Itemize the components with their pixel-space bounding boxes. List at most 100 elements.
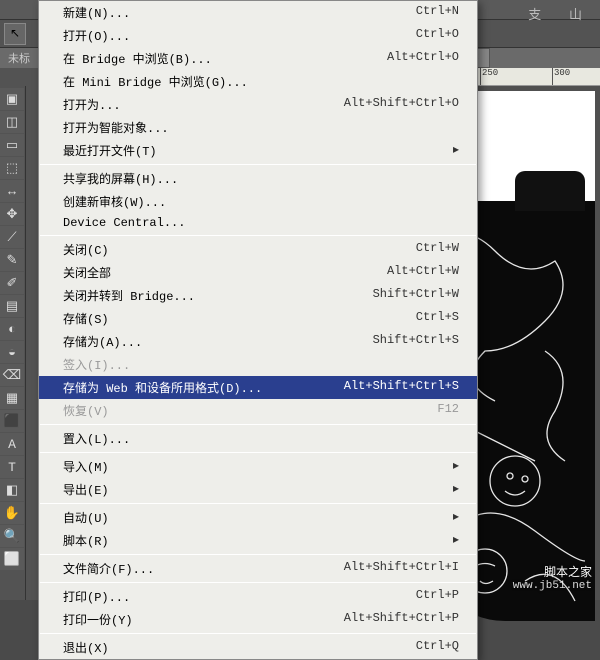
menu-item-label: 在 Bridge 中浏览(B)... [63,50,212,67]
menu-item[interactable]: 关闭并转到 Bridge... Shift+Ctrl+W [39,284,477,307]
tool-button[interactable]: ⌫ [0,364,24,386]
menu-item[interactable]: 打开(O)...Ctrl+O [39,24,477,47]
menu-item-shortcut: ▸ [453,481,459,498]
tool-button[interactable]: ▦ [0,387,24,409]
menu-item-label: 打开为智能对象... [63,119,169,136]
tool-button[interactable]: ⟋ [0,226,24,248]
menu-item[interactable]: 打开为... Alt+Shift+Ctrl+O [39,93,477,116]
menu-item-shortcut: Alt+Shift+Ctrl+P [344,611,459,628]
menu-item-label: 签入(I)... [63,356,130,373]
toolbar-right-text: 支 山 [520,0,600,27]
menu-item[interactable]: 在 Mini Bridge 中浏览(G)... [39,70,477,93]
menu-item-label: 存储为 Web 和设备所用格式(D)... [63,379,262,396]
menu-item-shortcut: Shift+Ctrl+W [373,287,459,304]
menu-item-label: 置入(L)... [63,430,130,447]
menu-item-label: 关闭(C) [63,241,109,258]
tool-button[interactable]: ▣ [0,88,24,110]
watermark: 脚本之家 www.jb51.net [513,563,592,592]
menu-item[interactable]: 创建新审核(W)... [39,190,477,213]
tool-button[interactable]: ◒ [0,341,24,363]
menu-item-label: 脚本(R) [63,532,109,549]
menu-item[interactable]: 脚本(R) ▸ [39,529,477,552]
menu-item-label: 关闭并转到 Bridge... [63,287,195,304]
menu-item-shortcut: Alt+Ctrl+O [387,50,459,67]
menu-item-shortcut: Ctrl+Q [416,639,459,656]
tool-button[interactable]: ◧ [0,479,24,501]
tool-button[interactable]: A [0,433,24,455]
menu-item-label: 恢复(V) [63,402,109,419]
menu-item[interactable]: 新建(N)...Ctrl+N [39,1,477,24]
menu-item[interactable]: 关闭(C) Ctrl+W [39,238,477,261]
menu-item[interactable]: 关闭全部 Alt+Ctrl+W [39,261,477,284]
tools-panel: ▣◫▭⬚↔✥⟋✎✐▤◐◒⌫▦⬛AT◧✋🔍⬜ [0,86,26,600]
menu-item[interactable]: 存储为(A)...Shift+Ctrl+S [39,330,477,353]
tool-button[interactable]: ▭ [0,134,24,156]
menu-item-shortcut: Alt+Shift+Ctrl+I [344,560,459,577]
tool-button[interactable]: ↔ [0,180,24,202]
menu-item[interactable]: 导出(E)▸ [39,478,477,501]
menu-item-label: 打开为... [63,96,121,113]
menu-item[interactable]: 打开为智能对象... [39,116,477,139]
menu-item-shortcut: Ctrl+P [416,588,459,605]
menu-item-label: 关闭全部 [63,264,111,281]
menu-item-shortcut: Alt+Ctrl+W [387,264,459,281]
menu-item-label: 新建(N)... [63,4,130,21]
tool-button[interactable]: ◐ [0,318,24,340]
menu-item[interactable]: 存储(S) Ctrl+S [39,307,477,330]
menu-separator [40,424,476,425]
menu-item: 签入(I)... [39,353,477,376]
menu-item-shortcut: ▸ [453,532,459,549]
tool-button[interactable]: ⬜ [0,548,24,570]
menu-item[interactable]: 打印(P)...Ctrl+P [39,585,477,608]
ruler-mark: 250 [480,68,498,85]
menu-item-shortcut: Shift+Ctrl+S [373,333,459,350]
menu-item-shortcut: Alt+Shift+Ctrl+O [344,96,459,113]
menu-item-shortcut: ▸ [453,509,459,526]
tool-button[interactable]: ✎ [0,249,24,271]
menu-item[interactable]: 存储为 Web 和设备所用格式(D)... Alt+Shift+Ctrl+S [39,376,477,399]
tool-button[interactable]: ✋ [0,502,24,524]
menu-item-shortcut: Ctrl+W [416,241,459,258]
tool-button[interactable]: T [0,456,24,478]
file-menu: 新建(N)...Ctrl+N打开(O)...Ctrl+O在 Bridge 中浏览… [38,0,478,660]
watermark-site: www.jb51.net [513,580,592,592]
menu-item-shortcut: F12 [437,402,459,419]
menu-item-shortcut: ▸ [453,142,459,159]
move-tool-icon[interactable]: ↖ [4,23,26,45]
menu-item[interactable]: Device Central... [39,213,477,233]
menu-item[interactable]: 自动(U)▸ [39,506,477,529]
menu-separator [40,633,476,634]
menu-item-shortcut: Ctrl+O [416,27,459,44]
menu-item-label: 打印一份(Y) [63,611,133,628]
tool-button[interactable]: ◫ [0,111,24,133]
tool-button[interactable]: ⬛ [0,410,24,432]
menu-separator [40,503,476,504]
menu-item-label: 退出(X) [63,639,109,656]
menu-item[interactable]: 文件简介(F)...Alt+Shift+Ctrl+I [39,557,477,580]
menu-item-shortcut: ▸ [453,458,459,475]
untitled-label: 未标 [2,48,36,68]
tool-button[interactable]: ✐ [0,272,24,294]
menu-item-shortcut: Ctrl+S [416,310,459,327]
menu-item-label: 在 Mini Bridge 中浏览(G)... [63,73,248,90]
menu-item-label: 最近打开文件(T) [63,142,157,159]
menu-item[interactable]: 最近打开文件(T) ▸ [39,139,477,162]
menu-item[interactable]: 退出(X) Ctrl+Q [39,636,477,659]
tool-button[interactable]: 🔍 [0,525,24,547]
menu-separator [40,164,476,165]
menu-item[interactable]: 置入(L)... [39,427,477,450]
menu-item-label: 存储(S) [63,310,109,327]
menu-separator [40,554,476,555]
tool-button[interactable]: ⬚ [0,157,24,179]
menu-item-shortcut: Alt+Shift+Ctrl+S [344,379,459,396]
menu-item[interactable]: 在 Bridge 中浏览(B)... Alt+Ctrl+O [39,47,477,70]
tool-button[interactable]: ▤ [0,295,24,317]
menu-separator [40,452,476,453]
menu-item[interactable]: 导入(M)▸ [39,455,477,478]
menu-item[interactable]: 共享我的屏幕(H)... [39,167,477,190]
ruler-mark: 300 [552,68,570,85]
tool-button[interactable]: ✥ [0,203,24,225]
menu-item[interactable]: 打印一份(Y) Alt+Shift+Ctrl+P [39,608,477,631]
watermark-brand: 脚本之家 [513,563,592,580]
menu-item-label: 创建新审核(W)... [63,193,166,210]
